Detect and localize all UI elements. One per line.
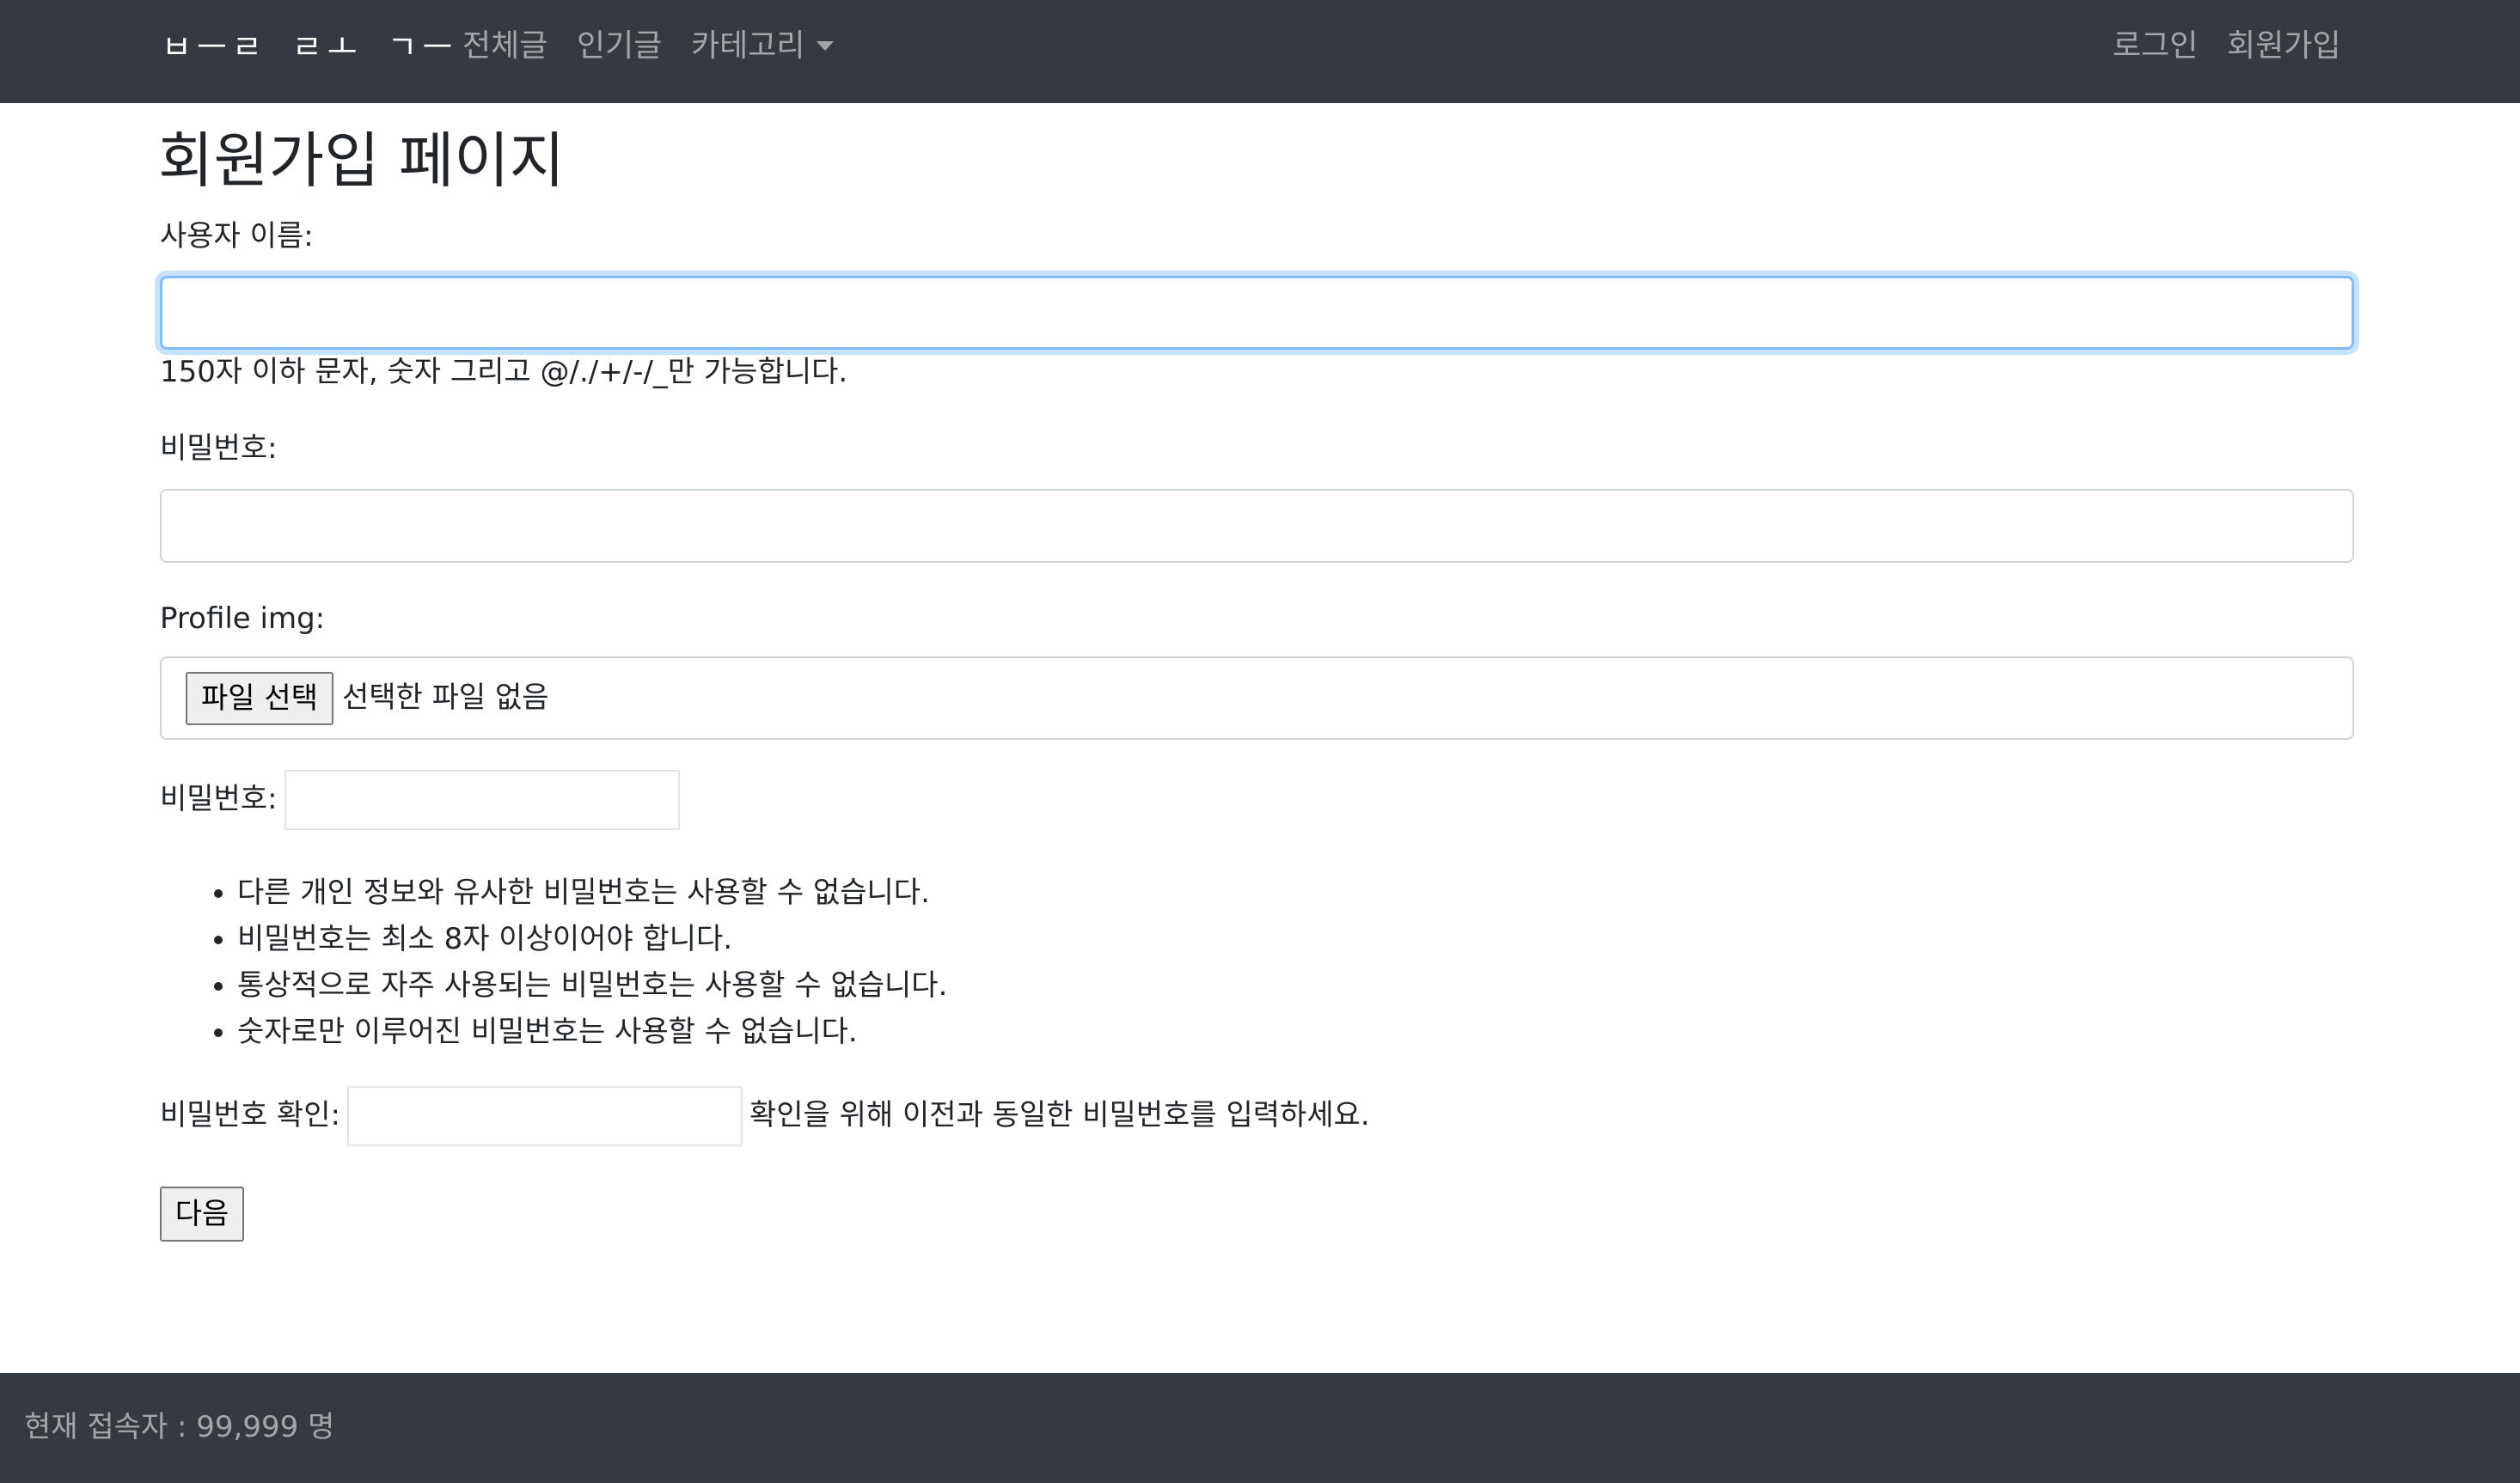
profile-img-file-input[interactable]: 파일 선택 선택한 파일 없음 bbox=[160, 656, 2354, 740]
nav-link-login[interactable]: 로그인 bbox=[2113, 24, 2198, 69]
brand-logo[interactable]: ㅂㅡㄹ ㄹㅗ ㄱㅡ bbox=[162, 26, 457, 69]
caret-down-icon bbox=[817, 41, 835, 51]
password-confirm-label: 비밀번호 확인: bbox=[160, 1098, 340, 1132]
password1-label: 비밀번호: bbox=[160, 782, 278, 816]
profile-img-label: Profile img: bbox=[160, 601, 326, 636]
nav-link-signup[interactable]: 회원가입 bbox=[2227, 24, 2340, 69]
choose-file-button[interactable]: 파일 선택 bbox=[186, 672, 333, 725]
password-confirm-input[interactable] bbox=[347, 1086, 743, 1146]
nav-dropdown-category[interactable]: 카테고리 bbox=[691, 24, 835, 69]
password1-input[interactable] bbox=[284, 770, 680, 830]
list-item: 통상적으로 자주 사용되는 비밀번호는 사용할 수 없습니다. bbox=[237, 962, 947, 1009]
list-item: 비밀번호는 최소 8자 이상이어야 합니다. bbox=[237, 916, 947, 962]
username-label: 사용자 이름: bbox=[160, 219, 314, 253]
password-rules-list: 다른 개인 정보와 유사한 비밀번호는 사용할 수 없습니다. 비밀번호는 최소… bbox=[237, 870, 947, 1055]
navbar: ㅂㅡㄹ ㄹㅗ ㄱㅡ 전체글 인기글 카테고리 로그인 회원가입 bbox=[0, 0, 2520, 103]
nav-link-all-posts[interactable]: 전체글 bbox=[462, 24, 547, 69]
password-label: 비밀번호: bbox=[160, 431, 278, 466]
page-title: 회원가입 페이지 bbox=[158, 125, 566, 196]
username-help-text: 150자 이하 문자, 숫자 그리고 @/./+/-/_만 가능합니다. bbox=[160, 355, 848, 389]
list-item: 숫자로만 이루어진 비밀번호는 사용할 수 없습니다. bbox=[237, 1009, 947, 1055]
nav-dropdown-category-label: 카테고리 bbox=[691, 28, 805, 64]
username-input[interactable] bbox=[160, 276, 2354, 350]
next-button[interactable]: 다음 bbox=[160, 1187, 244, 1242]
password-input[interactable] bbox=[160, 489, 2354, 563]
footer: 현재 접속자 : 99,999 명 bbox=[0, 1373, 2520, 1483]
nav-link-popular[interactable]: 인기글 bbox=[577, 24, 662, 69]
list-item: 다른 개인 정보와 유사한 비밀번호는 사용할 수 없습니다. bbox=[237, 870, 947, 916]
visitor-count: 현재 접속자 : 99,999 명 bbox=[24, 1410, 335, 1444]
file-status-text: 선택한 파일 없음 bbox=[342, 680, 549, 715]
password-confirm-help: 확인을 위해 이전과 동일한 비밀번호를 입력하세요. bbox=[749, 1098, 1370, 1132]
